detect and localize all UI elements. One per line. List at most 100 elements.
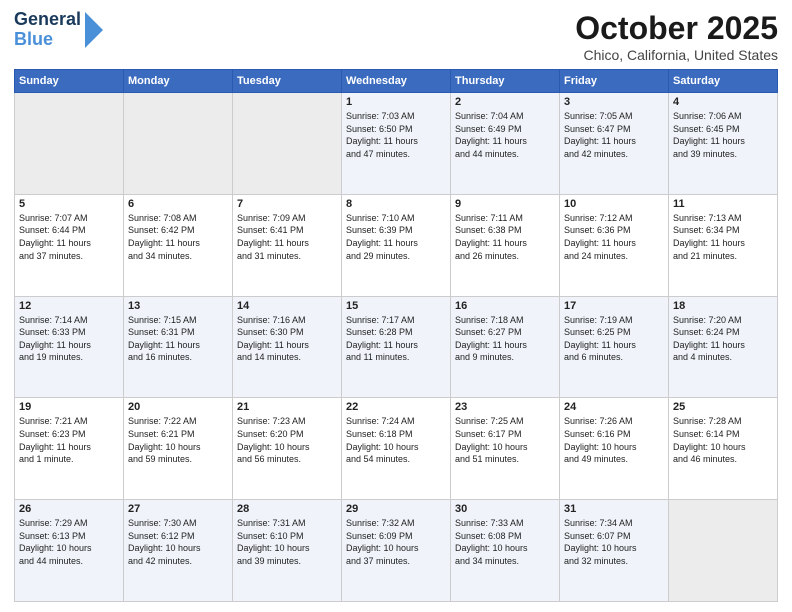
day-info: Sunrise: 7:13 AM Sunset: 6:34 PM Dayligh… (673, 212, 773, 262)
week-row-2: 5 Sunrise: 7:07 AM Sunset: 6:44 PM Daylig… (15, 194, 778, 296)
day-number: 2 (455, 96, 555, 108)
day-number: 7 (237, 198, 337, 210)
day-number: 23 (455, 401, 555, 413)
day-info: Sunrise: 7:19 AM Sunset: 6:25 PM Dayligh… (564, 314, 664, 364)
calendar-cell: 26 Sunrise: 7:29 AM Sunset: 6:13 PM Dayli… (15, 500, 124, 602)
week-row-3: 12Sunrise: 7:14 AM Sunset: 6:33 PM Dayli… (15, 296, 778, 398)
day-number: 18 (673, 300, 773, 312)
day-info: Sunrise: 7:05 AM Sunset: 6:47 PM Dayligh… (564, 110, 664, 160)
calendar-cell: 19 Sunrise: 7:21 AM Sunset: 6:23 PM Dayli… (15, 398, 124, 500)
calendar-cell: 13 Sunrise: 7:15 AM Sunset: 6:31 PM Dayli… (124, 296, 233, 398)
calendar-cell (669, 500, 778, 602)
day-info: Sunrise: 7:26 AM Sunset: 6:16 PM Dayligh… (564, 415, 664, 465)
calendar-cell: 10Sunrise: 7:12 AM Sunset: 6:36 PM Dayli… (560, 194, 669, 296)
week-row-1: 1Sunrise: 7:03 AM Sunset: 6:50 PM Daylig… (15, 93, 778, 195)
title-block: October 2025 Chico, California, United S… (575, 10, 778, 63)
day-info: Sunrise: 7:30 AM Sunset: 6:12 PM Dayligh… (128, 517, 228, 567)
calendar-cell: 27 Sunrise: 7:30 AM Sunset: 6:12 PM Dayli… (124, 500, 233, 602)
calendar-cell (233, 93, 342, 195)
day-info: Sunrise: 7:14 AM Sunset: 6:33 PM Dayligh… (19, 314, 119, 364)
day-number: 22 (346, 401, 446, 413)
calendar-cell: 14Sunrise: 7:16 AM Sunset: 6:30 PM Dayli… (233, 296, 342, 398)
day-info: Sunrise: 7:03 AM Sunset: 6:50 PM Dayligh… (346, 110, 446, 160)
location: Chico, California, United States (575, 47, 778, 63)
calendar-cell: 4 Sunrise: 7:06 AM Sunset: 6:45 PM Daylig… (669, 93, 778, 195)
week-row-5: 26 Sunrise: 7:29 AM Sunset: 6:13 PM Dayli… (15, 500, 778, 602)
day-info: Sunrise: 7:17 AM Sunset: 6:28 PM Dayligh… (346, 314, 446, 364)
day-info: Sunrise: 7:25 AM Sunset: 6:17 PM Dayligh… (455, 415, 555, 465)
day-info: Sunrise: 7:34 AM Sunset: 6:07 PM Dayligh… (564, 517, 664, 567)
calendar-cell: 23 Sunrise: 7:25 AM Sunset: 6:17 PM Dayli… (451, 398, 560, 500)
day-info: Sunrise: 7:08 AM Sunset: 6:42 PM Dayligh… (128, 212, 228, 262)
day-info: Sunrise: 7:21 AM Sunset: 6:23 PM Dayligh… (19, 415, 119, 465)
day-number: 31 (564, 503, 664, 515)
calendar-cell: 8Sunrise: 7:10 AM Sunset: 6:39 PM Daylig… (342, 194, 451, 296)
day-info: Sunrise: 7:24 AM Sunset: 6:18 PM Dayligh… (346, 415, 446, 465)
day-info: Sunrise: 7:28 AM Sunset: 6:14 PM Dayligh… (673, 415, 773, 465)
day-info: Sunrise: 7:32 AM Sunset: 6:09 PM Dayligh… (346, 517, 446, 567)
day-info: Sunrise: 7:20 AM Sunset: 6:24 PM Dayligh… (673, 314, 773, 364)
calendar-cell: 28 Sunrise: 7:31 AM Sunset: 6:10 PM Dayli… (233, 500, 342, 602)
day-number: 30 (455, 503, 555, 515)
day-number: 26 (19, 503, 119, 515)
page-container: General Blue October 2025 Chico, Califor… (0, 0, 792, 612)
day-number: 10 (564, 198, 664, 210)
calendar-cell: 2 Sunrise: 7:04 AM Sunset: 6:49 PM Daylig… (451, 93, 560, 195)
calendar-cell: 24Sunrise: 7:26 AM Sunset: 6:16 PM Dayli… (560, 398, 669, 500)
calendar-cell: 29 Sunrise: 7:32 AM Sunset: 6:09 PM Dayli… (342, 500, 451, 602)
weekday-header-row: SundayMondayTuesdayWednesdayThursdayFrid… (15, 70, 778, 93)
calendar-cell: 25Sunrise: 7:28 AM Sunset: 6:14 PM Dayli… (669, 398, 778, 500)
calendar-cell: 21 Sunrise: 7:23 AM Sunset: 6:20 PM Dayli… (233, 398, 342, 500)
weekday-header-monday: Monday (124, 70, 233, 93)
weekday-header-saturday: Saturday (669, 70, 778, 93)
day-number: 8 (346, 198, 446, 210)
day-number: 16 (455, 300, 555, 312)
day-info: Sunrise: 7:33 AM Sunset: 6:08 PM Dayligh… (455, 517, 555, 567)
day-info: Sunrise: 7:15 AM Sunset: 6:31 PM Dayligh… (128, 314, 228, 364)
calendar-cell: 6 Sunrise: 7:08 AM Sunset: 6:42 PM Daylig… (124, 194, 233, 296)
day-number: 6 (128, 198, 228, 210)
day-number: 17 (564, 300, 664, 312)
calendar-cell (15, 93, 124, 195)
weekday-header-sunday: Sunday (15, 70, 124, 93)
day-info: Sunrise: 7:29 AM Sunset: 6:13 PM Dayligh… (19, 517, 119, 567)
day-number: 3 (564, 96, 664, 108)
weekday-header-wednesday: Wednesday (342, 70, 451, 93)
day-number: 14 (237, 300, 337, 312)
day-number: 11 (673, 198, 773, 210)
day-info: Sunrise: 7:18 AM Sunset: 6:27 PM Dayligh… (455, 314, 555, 364)
calendar-cell: 11 Sunrise: 7:13 AM Sunset: 6:34 PM Dayli… (669, 194, 778, 296)
day-number: 9 (455, 198, 555, 210)
logo-image: General Blue (14, 10, 103, 50)
day-info: Sunrise: 7:04 AM Sunset: 6:49 PM Dayligh… (455, 110, 555, 160)
week-row-4: 19 Sunrise: 7:21 AM Sunset: 6:23 PM Dayli… (15, 398, 778, 500)
calendar-cell: 17 Sunrise: 7:19 AM Sunset: 6:25 PM Dayli… (560, 296, 669, 398)
logo-general-text: General (14, 10, 81, 30)
calendar-cell: 18 Sunrise: 7:20 AM Sunset: 6:24 PM Dayli… (669, 296, 778, 398)
day-number: 28 (237, 503, 337, 515)
calendar-cell: 9 Sunrise: 7:11 AM Sunset: 6:38 PM Daylig… (451, 194, 560, 296)
day-number: 21 (237, 401, 337, 413)
calendar-cell: 15Sunrise: 7:17 AM Sunset: 6:28 PM Dayli… (342, 296, 451, 398)
calendar-cell (124, 93, 233, 195)
calendar-cell: 1Sunrise: 7:03 AM Sunset: 6:50 PM Daylig… (342, 93, 451, 195)
day-info: Sunrise: 7:11 AM Sunset: 6:38 PM Dayligh… (455, 212, 555, 262)
day-number: 29 (346, 503, 446, 515)
day-number: 27 (128, 503, 228, 515)
day-number: 19 (19, 401, 119, 413)
day-number: 4 (673, 96, 773, 108)
calendar-cell: 3 Sunrise: 7:05 AM Sunset: 6:47 PM Daylig… (560, 93, 669, 195)
day-info: Sunrise: 7:31 AM Sunset: 6:10 PM Dayligh… (237, 517, 337, 567)
day-info: Sunrise: 7:09 AM Sunset: 6:41 PM Dayligh… (237, 212, 337, 262)
weekday-header-friday: Friday (560, 70, 669, 93)
weekday-header-thursday: Thursday (451, 70, 560, 93)
day-info: Sunrise: 7:07 AM Sunset: 6:44 PM Dayligh… (19, 212, 119, 262)
calendar-cell: 30 Sunrise: 7:33 AM Sunset: 6:08 PM Dayli… (451, 500, 560, 602)
calendar-table: SundayMondayTuesdayWednesdayThursdayFrid… (14, 69, 778, 602)
day-number: 20 (128, 401, 228, 413)
day-number: 5 (19, 198, 119, 210)
month-title: October 2025 (575, 10, 778, 47)
day-info: Sunrise: 7:23 AM Sunset: 6:20 PM Dayligh… (237, 415, 337, 465)
day-number: 13 (128, 300, 228, 312)
day-info: Sunrise: 7:06 AM Sunset: 6:45 PM Dayligh… (673, 110, 773, 160)
